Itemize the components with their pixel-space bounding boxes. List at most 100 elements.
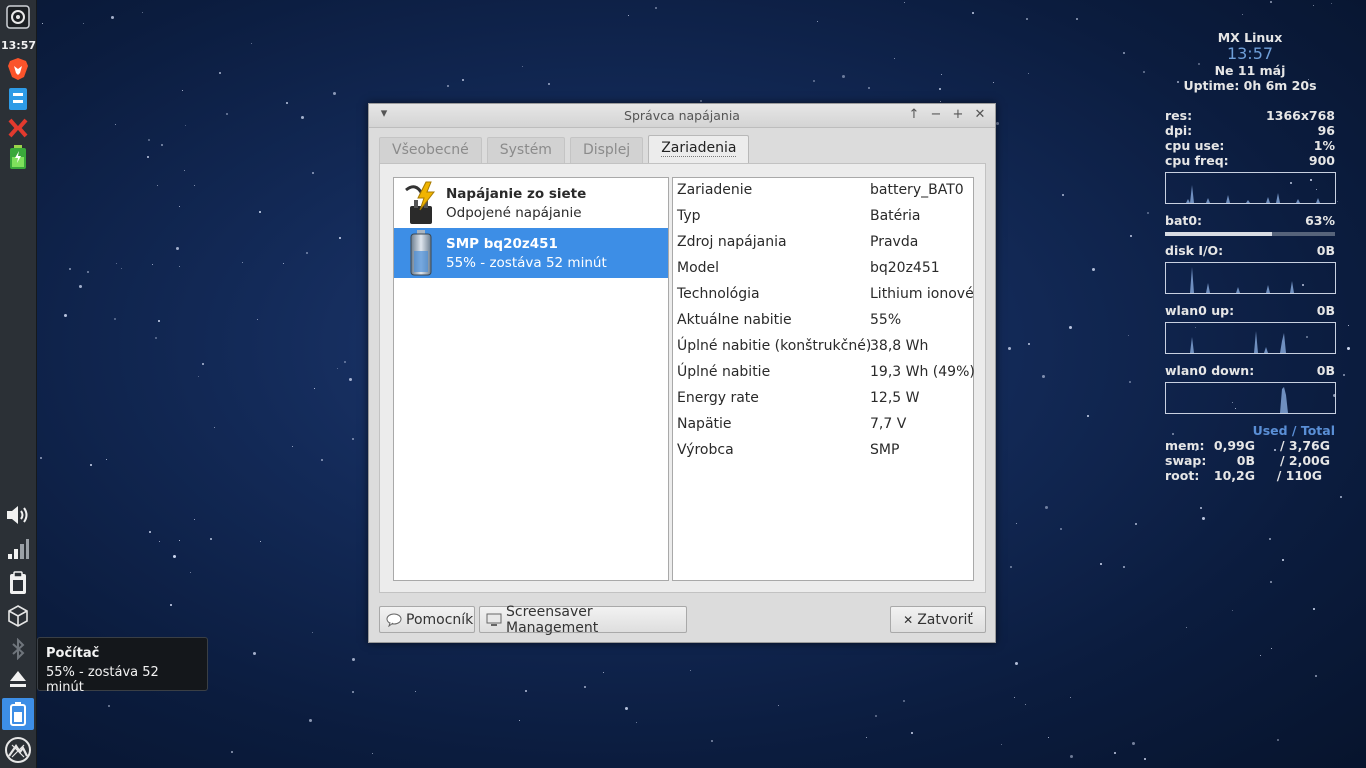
star (1069, 326, 1072, 329)
star (1026, 18, 1028, 20)
brave-browser-icon[interactable] (4, 56, 32, 82)
star (1260, 655, 1261, 656)
package-updater-icon[interactable] (4, 603, 32, 629)
star (1014, 697, 1015, 698)
tab-bar: Všeobecné Systém Displej Zariadenia (379, 135, 754, 163)
volume-icon[interactable] (4, 502, 32, 528)
device-list: Napájanie zo siete Odpojené napájanie SM… (393, 177, 669, 581)
star (1114, 752, 1116, 754)
file-manager-icon[interactable] (4, 86, 32, 112)
star (108, 705, 110, 707)
mx-logo-icon[interactable] (4, 737, 32, 763)
star (42, 23, 43, 24)
star (152, 264, 153, 265)
star (1076, 18, 1078, 20)
star (875, 715, 877, 717)
property-row[interactable]: Aktuálne nabitie 55% (677, 308, 973, 334)
dock-app-icon[interactable] (4, 115, 32, 141)
star (1343, 374, 1345, 376)
star (184, 170, 185, 171)
property-row[interactable]: Model bq20z451 (677, 256, 973, 282)
device-item-battery[interactable]: SMP bq20z451 55% - zostáva 52 minút (394, 228, 668, 278)
star (1271, 648, 1272, 649)
property-row[interactable]: Technológia Lithium ionové (677, 282, 974, 308)
star (603, 672, 604, 673)
left-panel: 13:57 (0, 0, 37, 768)
property-row[interactable]: Typ Batéria (677, 204, 973, 230)
star (1270, 1, 1272, 3)
star (179, 266, 180, 267)
property-row[interactable]: Energy rate 12,5 W (677, 386, 973, 412)
star (312, 172, 314, 174)
star (940, 101, 941, 102)
star (159, 541, 160, 542)
panel-clock[interactable]: 13:57 (0, 39, 37, 52)
property-row[interactable]: Zariadenie battery_BAT0 (677, 178, 973, 204)
tab-devices[interactable]: Zariadenia (648, 135, 750, 163)
device-item-ac[interactable]: Napájanie zo siete Odpojené napájanie (394, 178, 668, 228)
screensaver-icon (486, 613, 502, 627)
menu-icon[interactable] (4, 4, 32, 30)
battery-app-icon[interactable] (4, 144, 32, 170)
star (1232, 610, 1233, 611)
maximize-icon[interactable]: + (949, 106, 967, 124)
star (301, 116, 304, 119)
star (711, 740, 713, 742)
star (170, 604, 172, 606)
star (903, 700, 905, 702)
device-status: Odpojené napájanie (446, 204, 582, 221)
screensaver-management-button[interactable]: Screensaver Management (479, 604, 687, 636)
tab-display[interactable]: Displej (569, 137, 644, 163)
star (231, 751, 233, 753)
star (1282, 559, 1284, 561)
close-icon[interactable]: ✕ (971, 106, 989, 124)
star (1015, 662, 1018, 665)
star (525, 690, 527, 692)
property-row[interactable]: Úplné nabitie 19,3 Wh (49%) (677, 360, 975, 386)
star (1144, 758, 1146, 760)
window-titlebar[interactable]: ▾ Správca napájania ↑ − + ✕ (369, 104, 995, 128)
property-row[interactable]: Napätie 7,7 V (677, 412, 973, 438)
star (321, 459, 323, 461)
star (1274, 449, 1276, 451)
device-properties: Zariadenie battery_BAT0 Typ Batéria Zdroj … (672, 177, 975, 581)
bluetooth-icon[interactable] (4, 636, 32, 662)
star (1147, 212, 1149, 214)
star (1028, 343, 1030, 345)
star (253, 652, 256, 655)
star (415, 691, 416, 692)
star (628, 15, 629, 16)
property-row[interactable]: Úplné nabitie (konštrukčné) 38,8 Wh (677, 334, 973, 360)
minimize-icon[interactable]: − (927, 106, 945, 124)
star (972, 12, 974, 14)
star (372, 753, 373, 754)
disk-io-graph (1165, 262, 1336, 294)
eject-icon[interactable] (4, 666, 32, 692)
star (259, 211, 261, 213)
property-row[interactable]: Výrobca SMP (677, 438, 973, 464)
network-icon[interactable] (4, 536, 32, 562)
star (1270, 581, 1272, 583)
property-row[interactable]: Zdroj napájania Pravda (677, 230, 973, 256)
star (1132, 742, 1135, 745)
battery-icon[interactable] (2, 698, 34, 730)
keep-above-icon[interactable]: ↑ (905, 106, 923, 124)
star (584, 686, 586, 688)
star (866, 737, 867, 738)
star (1001, 744, 1002, 745)
star (339, 237, 341, 239)
distro-name: MX Linux (1217, 30, 1283, 45)
star (121, 268, 122, 269)
tab-system[interactable]: Systém (486, 137, 565, 163)
star (894, 58, 895, 59)
star (1269, 538, 1271, 540)
star (1347, 347, 1350, 350)
tab-general[interactable]: Všeobecné (379, 137, 482, 163)
close-button[interactable]: ✕ Zatvoriť (890, 606, 986, 633)
star (116, 263, 117, 264)
help-button[interactable]: Pomocník (379, 606, 475, 633)
star (813, 80, 815, 82)
clipboard-icon[interactable] (4, 570, 32, 596)
star (996, 122, 999, 125)
star (182, 90, 183, 91)
